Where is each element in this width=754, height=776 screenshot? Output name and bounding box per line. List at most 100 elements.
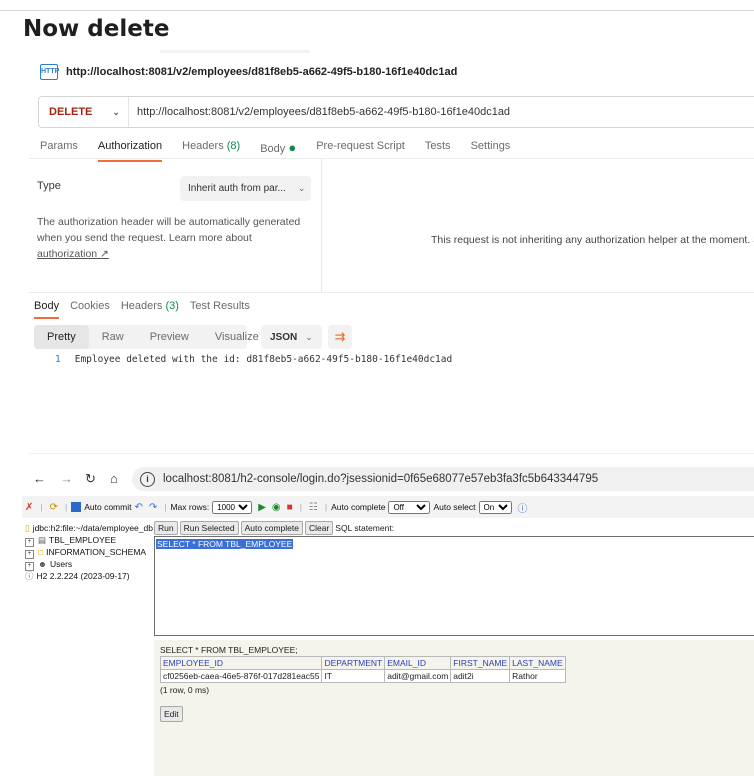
response-tab-headers[interactable]: Headers (3) (121, 300, 179, 319)
sql-text: SELECT * FROM TBL_EMPLOYEE (156, 539, 294, 549)
auto-select-select[interactable]: On (478, 500, 512, 514)
auth-description-text: The authorization header will be automat… (37, 216, 301, 244)
history-icon[interactable]: ☷ (309, 502, 318, 513)
clear-button[interactable]: Clear (304, 521, 334, 535)
response-tab-test-results[interactable]: Test Results (190, 300, 250, 319)
table-icon: ▤ (38, 534, 47, 545)
run-button[interactable]: Run (154, 521, 178, 535)
tree-connection[interactable]: ▯ jdbc:h2:file:~/data/employee_db (25, 523, 153, 535)
auth-panel-divider (321, 159, 322, 292)
response-divider (29, 292, 754, 293)
method-select[interactable]: DELETE ⌄ (39, 97, 129, 127)
auth-type-select[interactable]: Inherit auth from par... ⌄ (180, 176, 311, 201)
chevron-down-icon: ⌄ (297, 183, 306, 193)
tab-body-label: Body (260, 143, 286, 155)
reload-icon[interactable]: ↻ (85, 471, 96, 487)
run-icon[interactable]: ▶ (258, 502, 266, 513)
table-row: cf0256eb-caea-46e5-876f-017d281eac55 IT … (159, 669, 566, 683)
auth-description: The authorization header will be automat… (37, 214, 307, 262)
body-indicator-dot: ● (288, 140, 297, 155)
wrap-lines-icon[interactable]: ⇉ (328, 325, 352, 349)
commit-icon[interactable]: ↷ (149, 502, 157, 513)
sql-editor[interactable]: SELECT * FROM TBL_EMPLOYEE (154, 536, 754, 636)
tree-item-label: TBL_EMPLOYEE (49, 534, 117, 545)
result-query: SELECT * FROM TBL_EMPLOYEE; (160, 645, 298, 655)
request-title: http://localhost:8081/v2/employees/d81f8… (66, 66, 458, 78)
tree-item-users[interactable]: + ☻ Users (25, 559, 153, 571)
auto-complete-button[interactable]: Auto complete (240, 521, 303, 535)
table-cell: adit@gmail.com (384, 669, 452, 683)
format-raw[interactable]: Raw (89, 331, 137, 343)
response-tabs: Body Cookies Headers (3) Test Results (34, 300, 261, 319)
table-cell: IT (321, 669, 386, 683)
auto-commit-label: Auto commit (84, 502, 132, 512)
response-body-text: Employee deleted with the id: d81f8eb5-a… (74, 354, 453, 365)
auto-complete-label: Auto complete (331, 502, 386, 512)
disconnect-icon[interactable]: ✗ (25, 502, 33, 513)
back-arrow-icon[interactable]: ← (33, 471, 46, 486)
tree-item-label: Users (49, 558, 73, 569)
tree-item-label: INFORMATION_SCHEMA (46, 546, 147, 557)
column-header[interactable]: EMAIL_ID (384, 656, 452, 670)
authorization-link[interactable]: authorization ↗ (37, 248, 109, 260)
table-cell: adit2i (450, 669, 511, 683)
stop-icon[interactable]: ■ (287, 502, 293, 513)
tab-headers-label: Headers (182, 140, 224, 152)
help-icon[interactable]: ⓘ (518, 500, 528, 515)
tree-version: ⓘ H2 2.2.224 (2023-09-17) (25, 571, 153, 583)
tree-item-tbl-employee[interactable]: + ▤ TBL_EMPLOYEE (25, 535, 153, 547)
request-title-row: HTTP http://localhost:8081/v2/employees/… (40, 63, 457, 81)
result-header-row: EMPLOYEE_ID DEPARTMENT EMAIL_ID FIRST_NA… (159, 656, 566, 670)
site-info-icon[interactable]: i (140, 471, 155, 487)
forward-arrow-icon[interactable]: → (60, 471, 73, 486)
version-label: H2 2.2.224 (2023-09-17) (36, 570, 130, 581)
info-icon: ⓘ (25, 570, 34, 581)
address-url: localhost:8081/h2-console/login.do?jsess… (163, 473, 599, 485)
auto-commit-checkbox[interactable] (71, 502, 82, 512)
column-header[interactable]: DEPARTMENT (321, 656, 386, 670)
response-tab-cookies[interactable]: Cookies (70, 300, 110, 319)
column-header[interactable]: EMPLOYEE_ID (159, 656, 323, 670)
home-icon[interactable]: ⌂ (110, 471, 118, 486)
address-bar[interactable]: i localhost:8081/h2-console/login.do?jse… (132, 467, 754, 491)
database-icon: ▯ (25, 523, 30, 533)
expand-icon[interactable]: + (25, 561, 34, 571)
column-header[interactable]: LAST_NAME (509, 656, 566, 670)
auto-complete-select[interactable]: Off (388, 500, 431, 514)
max-rows-select[interactable]: 1000 (212, 500, 253, 514)
users-icon: ☻ (38, 558, 47, 569)
method-label: DELETE (49, 106, 93, 118)
run-selected-button[interactable]: Run Selected (179, 521, 239, 535)
refresh-icon[interactable]: ⟳ (50, 502, 58, 513)
column-header[interactable]: FIRST_NAME (450, 656, 511, 670)
format-type-select[interactable]: JSON ⌄ (261, 325, 322, 349)
result-meta: (1 row, 0 ms) (160, 685, 210, 695)
max-rows-label: Max rows: (170, 502, 210, 512)
request-tab-strip (160, 50, 310, 53)
format-pretty[interactable]: Pretty (34, 325, 89, 349)
table-cell: cf0256eb-caea-46e5-876f-017d281eac55 (159, 669, 323, 683)
edit-button[interactable]: Edit (160, 706, 183, 722)
table-cell: Rathor (509, 669, 566, 683)
expand-icon[interactable]: + (25, 549, 34, 559)
top-divider (0, 10, 754, 11)
format-preview[interactable]: Preview (137, 331, 202, 343)
url-input[interactable]: http://localhost:8081/v2/employees/d81f8… (129, 106, 510, 118)
postman-bottom-divider (29, 453, 754, 454)
response-headers-count: (3) (165, 300, 179, 312)
request-url-bar: DELETE ⌄ http://localhost:8081/v2/employ… (38, 96, 754, 128)
tree-item-information-schema[interactable]: + □ INFORMATION_SCHEMA (25, 547, 153, 559)
connection-label: jdbc:h2:file:~/data/employee_db (32, 523, 153, 533)
auth-inherit-message: This request is not inheriting any autho… (431, 234, 754, 246)
chevron-down-icon: ⌄ (112, 106, 120, 117)
format-toggle: Pretty Raw Preview Visualize (34, 325, 259, 349)
expand-icon[interactable]: + (25, 537, 34, 547)
format-type-value: JSON (270, 331, 298, 343)
rollback-icon[interactable]: ↶ (134, 502, 142, 513)
explain-icon[interactable]: ◉ (272, 502, 281, 513)
response-headers-label: Headers (120, 300, 163, 312)
tab-headers-count: (8) (226, 140, 241, 152)
response-tab-body[interactable]: Body (34, 300, 60, 319)
http-request-icon: HTTP (40, 64, 59, 80)
response-body-line: 1 Employee deleted with the id: d81f8eb5-… (55, 354, 452, 365)
